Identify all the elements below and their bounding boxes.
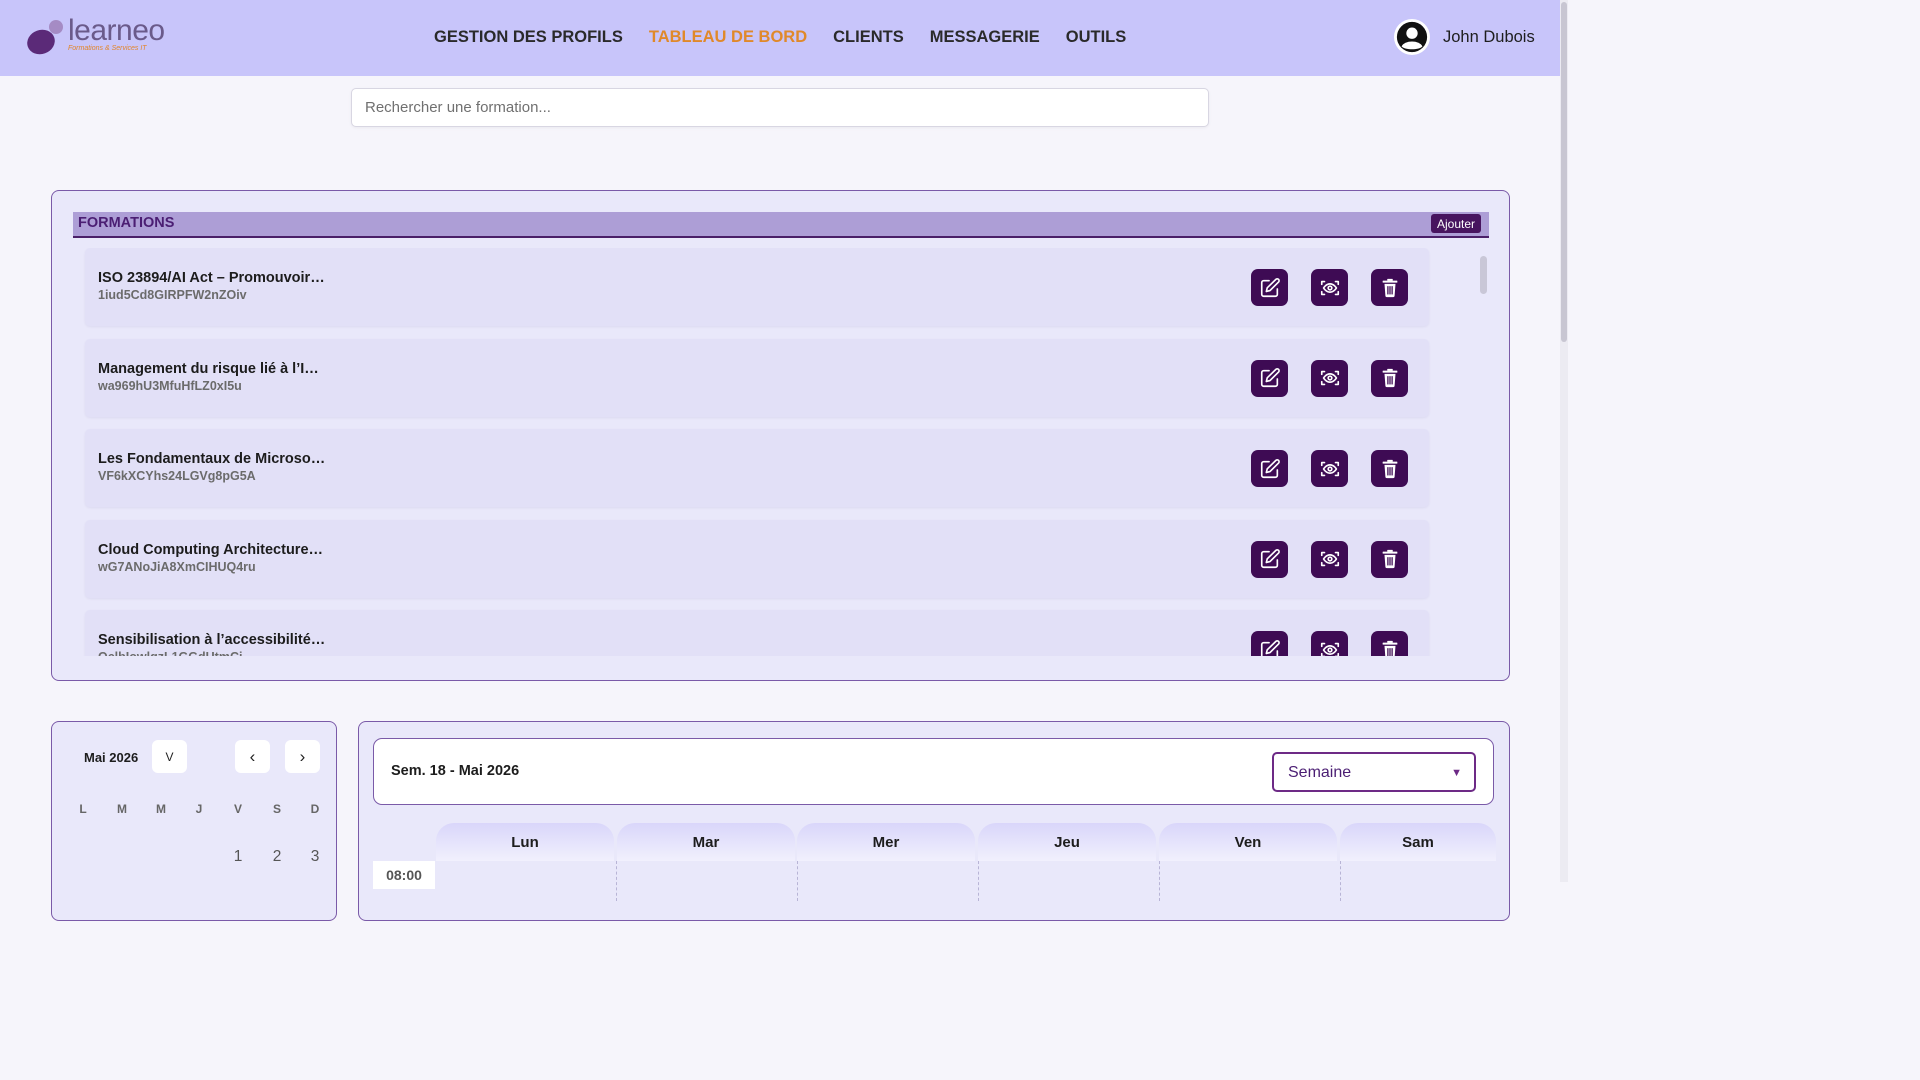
chevron-right-icon[interactable]: › [285,740,320,773]
learneo-logo[interactable]: learneo Formations & Services IT [26,14,166,58]
week-calendar: Sem. 18 - Mai 2026 Semaine ▼ Lun Mar Mer… [358,721,1510,921]
formation-id: OclbIowlgzL1GGdUtmCi [98,650,242,656]
time-slot-label: 08:00 [373,861,435,889]
edit-icon[interactable] [1251,540,1288,578]
formations-scrollbar-thumb[interactable] [1480,256,1487,294]
formation-row[interactable]: Cloud Computing Architecture… wG7ANoJiA8X… [85,519,1429,598]
day-divider [978,861,979,901]
chevron-left-icon[interactable]: ‹ [235,740,270,773]
calendar-view-select[interactable]: Semaine ▼ [1272,752,1476,792]
formation-id: wa969hU3MfuHfLZ0xI5u [98,378,242,393]
formation-title: Sensibilisation à l’accessibilité… [98,632,326,648]
weekday-label: M [156,802,166,816]
search-formation-input[interactable] [351,88,1209,127]
edit-icon[interactable] [1251,359,1288,397]
formation-title: Cloud Computing Architecture… [98,541,324,558]
nav-clients[interactable]: CLIENTS [833,28,904,47]
day-divider [1340,861,1341,901]
mini-calendar: Mai 2026 V ‹ › L M M J V S D 1 2 3 [51,721,337,921]
formation-row[interactable]: Management du risque lié à l’I… wa969hU3M… [85,338,1429,417]
trash-icon[interactable] [1371,269,1408,306]
calendar-toolbar: Sem. 18 - Mai 2026 Semaine ▼ [373,738,1494,805]
formation-title: Management du risque lié à l’I… [98,360,319,377]
weekday-label: L [79,802,87,816]
weekday-label: S [272,802,281,816]
user-name: John Dubois [1443,27,1535,46]
formation-title: Les Fondamentaux de Microso… [98,451,326,467]
trash-icon[interactable] [1371,540,1408,578]
edit-icon[interactable] [1251,631,1288,656]
main-nav: GESTION DES PROFILS TABLEAU DE BORD CLIE… [434,28,1152,47]
formations-header: FORMATIONS Ajouter [73,212,1489,238]
weekday-label: V [233,802,242,816]
eye-icon[interactable] [1311,359,1348,397]
add-formation-button[interactable]: Ajouter [1430,214,1481,233]
day-header-ven: Ven [1159,823,1337,861]
calendar-day[interactable]: 2 [265,848,289,866]
logo-tagline: Formations & Services IT [68,45,147,52]
day-header-lun: Lun [436,823,614,861]
day-divider [1159,861,1160,901]
logo-text: learneo [68,14,165,47]
calendar-range-label: Sem. 18 - Mai 2026 [391,763,520,779]
formation-title: ISO 23894/AI Act – Promouvoir… [98,270,325,286]
formation-row[interactable]: ISO 23894/AI Act – Promouvoir… 1iud5Cd8GI… [85,248,1429,326]
formations-list[interactable]: ISO 23894/AI Act – Promouvoir… 1iud5Cd8GI… [52,248,1492,656]
eye-icon[interactable] [1311,450,1348,487]
eye-icon[interactable] [1311,631,1348,656]
trash-icon[interactable] [1371,631,1408,656]
nav-gestion-des-profils[interactable]: GESTION DES PROFILS [434,28,623,47]
user-circle-icon[interactable] [1394,19,1430,55]
chevron-down-icon: ▼ [1451,767,1462,779]
nav-messagerie[interactable]: MESSAGERIE [930,28,1040,47]
day-header-sam: Sam [1340,823,1496,861]
formation-id: 1iud5Cd8GIRPFW2nZOiv [98,288,247,302]
formation-row[interactable]: Les Fondamentaux de Microso… VF6kXCYhs24L… [85,429,1429,507]
formation-id: VF6kXCYhs24LGVg8pG5A [98,469,256,483]
eye-icon[interactable] [1311,540,1348,578]
formation-row[interactable]: Sensibilisation à l’accessibilité… OclbIo… [85,610,1429,656]
page-scrollbar-thumb[interactable] [1561,2,1567,342]
calendar-day[interactable]: 3 [303,848,327,866]
calendar-day[interactable]: 1 [226,848,250,866]
weekday-label: J [195,802,203,816]
formations-title: FORMATIONS [78,215,175,231]
day-header-jeu: Jeu [978,823,1156,861]
trash-icon[interactable] [1371,450,1408,487]
mini-calendar-month: Mai 2026 [84,750,139,765]
nav-tableau-de-bord[interactable]: TABLEAU DE BORD [649,28,807,47]
top-navbar: learneo Formations & Services IT GESTION… [0,0,1560,76]
weekday-label: M [117,802,127,816]
eye-icon[interactable] [1311,269,1348,306]
edit-icon[interactable] [1251,450,1288,487]
user-menu[interactable]: John Dubois [1394,19,1535,55]
nav-outils[interactable]: OUTILS [1066,28,1127,47]
formations-panel: FORMATIONS Ajouter ISO 23894/AI Act – Pr… [51,190,1510,681]
formation-id: wG7ANoJiA8XmCIHUQ4ru [98,559,256,574]
day-header-mar: Mar [617,823,795,861]
weekday-label: D [310,802,320,816]
edit-icon[interactable] [1251,269,1288,306]
day-header-mer: Mer [797,823,975,861]
day-divider [797,861,798,901]
calendar-view-value: Semaine [1288,764,1352,781]
logo-mark-icon [27,20,63,55]
day-divider [616,861,617,901]
mini-calendar-view-toggle[interactable]: V [152,740,187,773]
trash-icon[interactable] [1371,359,1408,397]
page-scrollbar[interactable] [1560,0,1568,882]
